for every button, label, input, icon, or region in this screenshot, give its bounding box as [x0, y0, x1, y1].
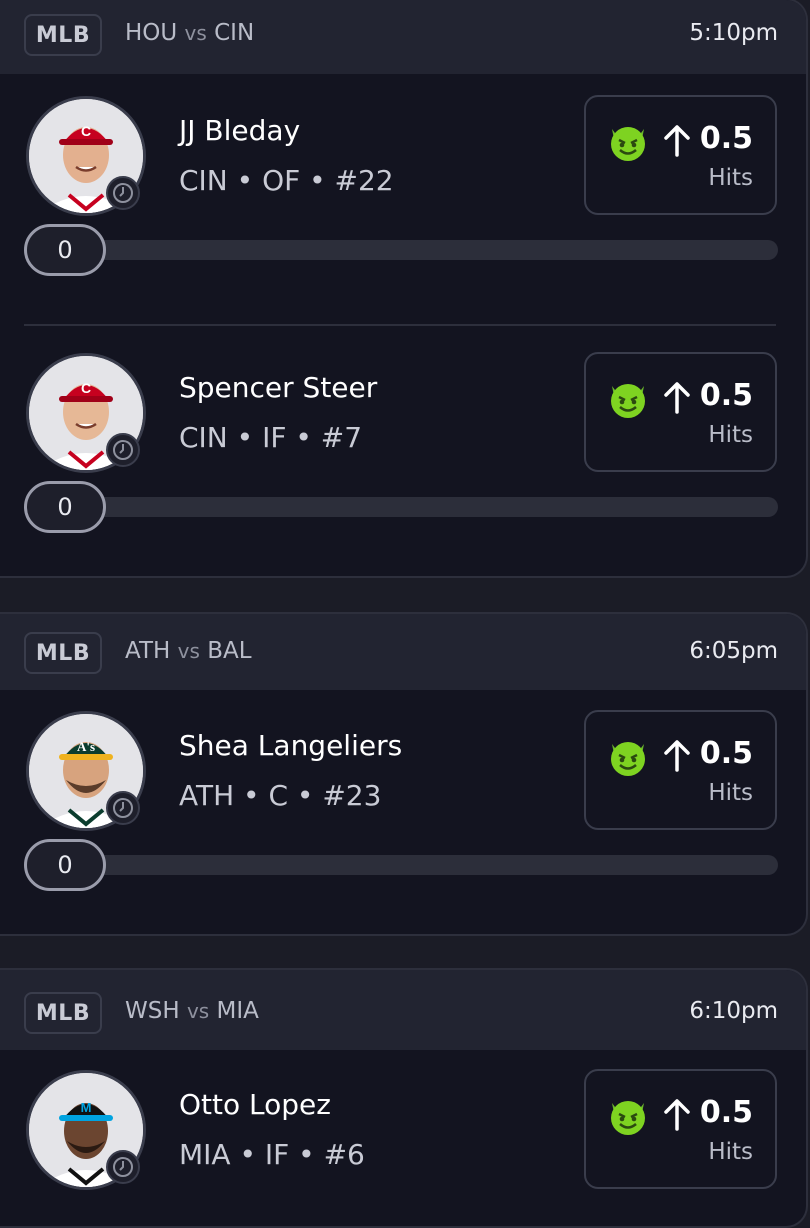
player-meta: CIN • IF • #7 [179, 421, 363, 454]
pick-box[interactable]: 0.5 Hits [584, 710, 777, 830]
progress-bar: 0 [24, 839, 778, 891]
player-row[interactable]: M Otto Lopez MIA • IF • #6 0.5 Hits [0, 1050, 806, 1226]
clock-icon [106, 1150, 140, 1184]
smiling-devil-icon [611, 127, 645, 161]
pick-box[interactable]: 0.5 Hits [584, 95, 777, 215]
game-time: 6:05pm [689, 638, 778, 664]
player-name: Spencer Steer [179, 371, 378, 404]
clock-icon [106, 176, 140, 210]
player-meta: CIN • OF • #22 [179, 164, 394, 197]
player-meta: MIA • IF • #6 [179, 1138, 365, 1171]
cap-logo: C [81, 380, 91, 396]
player-name: Shea Langeliers [179, 729, 403, 762]
cap-logo: A's [77, 739, 95, 754]
player-row[interactable]: C Spencer Steer CIN • IF • #7 0.5 Hits 0 [0, 333, 806, 533]
league-badge: MLB [24, 632, 102, 674]
away-team: HOU [125, 20, 178, 46]
pick-line: 0.5 [699, 736, 753, 771]
divider [24, 324, 776, 326]
player-row[interactable]: C JJ Bleday CIN • OF • #22 0.5 Hits 0 [0, 76, 806, 276]
home-team: MIA [216, 998, 259, 1024]
game-time: 6:10pm [689, 998, 778, 1024]
away-team: ATH [125, 638, 171, 664]
progress-track [64, 240, 778, 260]
pick-stat: Hits [708, 780, 753, 806]
game-time: 5:10pm [689, 20, 778, 46]
pick-stat: Hits [708, 165, 753, 191]
vs-label: vs [184, 21, 207, 45]
pick-stat: Hits [708, 1139, 753, 1165]
progress-track [64, 497, 778, 517]
pick-stat: Hits [708, 422, 753, 448]
matchup: ATH vs BAL [125, 638, 252, 664]
progress-bar: 0 [24, 481, 778, 533]
game-card: MLB HOU vs CIN 5:10pm C JJ Bleday CIN • … [0, 0, 808, 578]
pick-line: 0.5 [699, 1095, 753, 1130]
clock-icon [106, 791, 140, 825]
home-team: CIN [214, 20, 255, 46]
progress-value: 0 [24, 481, 106, 533]
smiling-devil-icon [611, 1101, 645, 1135]
league-badge: MLB [24, 14, 102, 56]
player-row[interactable]: A's Shea Langeliers ATH • C • #23 0.5 Hi… [0, 691, 806, 891]
matchup: WSH vs MIA [125, 998, 259, 1024]
player-name: JJ Bleday [179, 114, 301, 147]
matchup: HOU vs CIN [125, 20, 254, 46]
league-badge: MLB [24, 992, 102, 1034]
smiling-devil-icon [611, 742, 645, 776]
game-card: MLB ATH vs BAL 6:05pm A's Shea Langelier… [0, 612, 808, 936]
up-arrow-icon [664, 1099, 690, 1131]
progress-track [64, 855, 778, 875]
cap-logo: C [81, 123, 91, 139]
progress-value: 0 [24, 839, 106, 891]
pick-box[interactable]: 0.5 Hits [584, 1069, 777, 1189]
up-arrow-icon [664, 382, 690, 414]
progress-bar: 0 [24, 224, 778, 276]
up-arrow-icon [664, 125, 690, 157]
game-card: MLB WSH vs MIA 6:10pm M Otto Lopez MIA • [0, 968, 808, 1228]
game-header: MLB ATH vs BAL 6:05pm [0, 614, 806, 690]
game-header: MLB WSH vs MIA 6:10pm [0, 970, 806, 1050]
player-meta: ATH • C • #23 [179, 779, 382, 812]
up-arrow-icon [664, 740, 690, 772]
vs-label: vs [177, 639, 200, 663]
player-name: Otto Lopez [179, 1088, 331, 1121]
pick-line: 0.5 [699, 378, 753, 413]
progress-value: 0 [24, 224, 106, 276]
vs-label: vs [186, 999, 210, 1023]
pick-line: 0.5 [699, 121, 753, 156]
home-team: BAL [207, 638, 252, 664]
away-team: WSH [125, 998, 180, 1024]
cap-logo: M [81, 1100, 92, 1115]
clock-icon [106, 433, 140, 467]
game-header: MLB HOU vs CIN 5:10pm [0, 0, 806, 74]
pick-box[interactable]: 0.5 Hits [584, 352, 777, 472]
smiling-devil-icon [611, 384, 645, 418]
